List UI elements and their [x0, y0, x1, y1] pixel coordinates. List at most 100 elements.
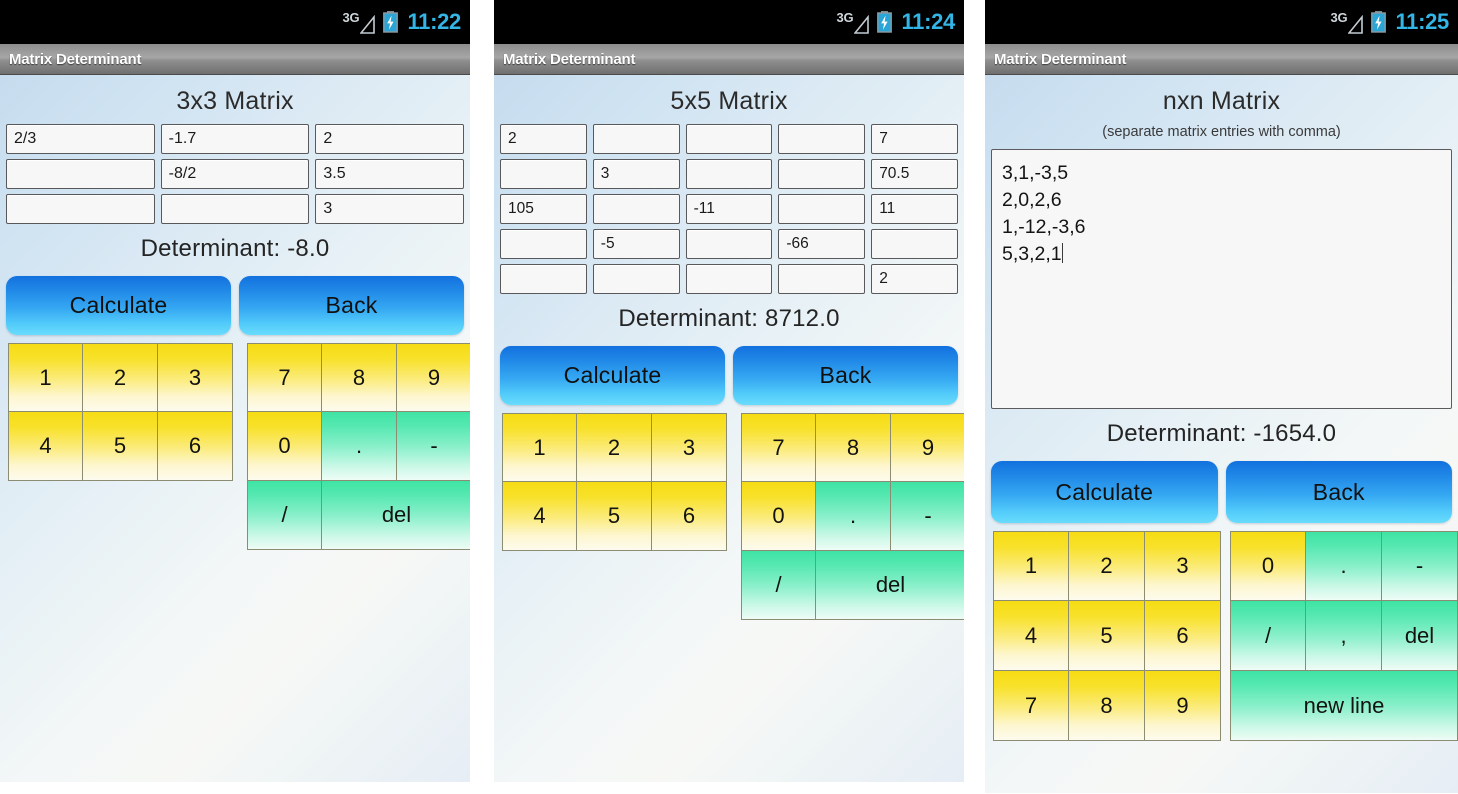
key-3[interactable]: 3	[652, 413, 727, 482]
matrix-cell-r1c4[interactable]: 70.5	[871, 159, 958, 189]
calculate-button[interactable]: Calculate	[500, 346, 725, 405]
matrix-cell-r4c0[interactable]	[500, 264, 587, 294]
keypad-row: 0 . -	[1230, 531, 1458, 601]
matrix-cell-r4c2[interactable]	[685, 264, 773, 294]
matrix-cell-r2c2[interactable]: -11	[685, 194, 773, 224]
key-delete[interactable]: del	[322, 481, 470, 550]
key-8[interactable]: 8	[1069, 671, 1145, 741]
key-0[interactable]: 0	[741, 482, 816, 551]
key-3[interactable]: 3	[158, 343, 233, 412]
matrix-cell-r2c1[interactable]	[160, 194, 310, 224]
matrix-entries-textarea[interactable]: 3,1,-3,5 2,0,2,6 1,-12,-3,6 5,3,2,1	[991, 149, 1452, 409]
key-6[interactable]: 6	[1145, 601, 1221, 671]
matrix-cell-r2c3[interactable]	[778, 194, 866, 224]
matrix-row: 2	[500, 264, 958, 294]
key-1[interactable]: 1	[8, 343, 83, 412]
key-minus[interactable]: -	[891, 482, 964, 551]
key-3[interactable]: 3	[1145, 531, 1221, 601]
key-1[interactable]: 1	[993, 531, 1069, 601]
key-delete[interactable]: del	[1382, 601, 1458, 671]
matrix-cell-r2c2[interactable]: 3	[315, 194, 465, 224]
matrix-cell-r0c1[interactable]	[592, 124, 680, 154]
keypad-row: 4 5 6	[993, 601, 1221, 671]
key-2[interactable]: 2	[577, 413, 652, 482]
matrix-cell-r0c1[interactable]: -1.7	[160, 124, 310, 154]
keypad-ops-right: 0 . - / , del new line	[1230, 531, 1458, 741]
key-7[interactable]: 7	[741, 413, 816, 482]
keypad-digits-left: 1 2 3 4 5 6	[8, 343, 233, 481]
key-minus[interactable]: -	[397, 412, 470, 481]
key-0[interactable]: 0	[247, 412, 322, 481]
key-decimal-point[interactable]: .	[322, 412, 397, 481]
screenshot-canvas: 3G 11:22 Matrix Determinant 3x3 Matrix 2…	[0, 0, 1458, 794]
status-clock: 11:24	[901, 9, 955, 34]
key-9[interactable]: 9	[891, 413, 964, 482]
key-0[interactable]: 0	[1230, 531, 1306, 601]
key-minus[interactable]: -	[1382, 531, 1458, 601]
matrix-cell-r2c4[interactable]: 11	[871, 194, 958, 224]
key-4[interactable]: 4	[8, 412, 83, 481]
key-7[interactable]: 7	[993, 671, 1069, 741]
key-8[interactable]: 8	[322, 343, 397, 412]
signal-bars-icon	[360, 14, 376, 34]
matrix-cell-r1c1[interactable]: -8/2	[160, 159, 310, 189]
key-divide[interactable]: /	[247, 481, 322, 550]
matrix-cell-r3c0[interactable]	[500, 229, 587, 259]
key-6[interactable]: 6	[652, 482, 727, 551]
key-comma[interactable]: ,	[1306, 601, 1382, 671]
matrix-cell-r2c0[interactable]: 105	[500, 194, 587, 224]
calculate-button[interactable]: Calculate	[991, 461, 1218, 523]
key-5[interactable]: 5	[1069, 601, 1145, 671]
signal-3g-icon: 3G	[342, 11, 376, 34]
back-button[interactable]: Back	[733, 346, 958, 405]
matrix-cell-r3c4[interactable]	[871, 229, 958, 259]
key-divide[interactable]: /	[1230, 601, 1306, 671]
matrix-cell-r0c3[interactable]	[778, 124, 866, 154]
matrix-cell-r0c2[interactable]: 2	[315, 124, 465, 154]
key-2[interactable]: 2	[83, 343, 158, 412]
key-delete[interactable]: del	[816, 551, 964, 620]
matrix-cell-r3c1[interactable]: -5	[592, 229, 680, 259]
matrix-cell-r3c2[interactable]	[685, 229, 773, 259]
key-divide[interactable]: /	[741, 551, 816, 620]
back-button[interactable]: Back	[239, 276, 464, 335]
key-decimal-point[interactable]: .	[1306, 531, 1382, 601]
key-1[interactable]: 1	[502, 413, 577, 482]
matrix-cell-r1c2[interactable]: 3.5	[315, 159, 465, 189]
key-4[interactable]: 4	[502, 482, 577, 551]
matrix-cell-r1c0[interactable]	[6, 159, 155, 189]
key-5[interactable]: 5	[577, 482, 652, 551]
matrix-cell-r4c4[interactable]: 2	[871, 264, 958, 294]
matrix-cell-r4c1[interactable]	[592, 264, 680, 294]
matrix-cell-r1c0[interactable]	[500, 159, 587, 189]
app-content-3x3: 3x3 Matrix 2/3 -1.7 2 -8/2 3.5 3 Determi…	[0, 75, 470, 782]
matrix-cell-r3c3[interactable]: -66	[778, 229, 866, 259]
key-new-line[interactable]: new line	[1230, 671, 1458, 741]
determinant-result: Determinant: -1654.0	[1106, 420, 1337, 447]
matrix-cell-r0c0[interactable]: 2/3	[6, 124, 155, 154]
matrix-cell-r1c2[interactable]	[685, 159, 773, 189]
matrix-cell-r0c2[interactable]	[685, 124, 773, 154]
matrix-cell-r4c3[interactable]	[778, 264, 866, 294]
matrix-cell-r2c0[interactable]	[6, 194, 155, 224]
phone-screen-5x5: 3G 11:24 Matrix Determinant 5x5 Matrix 2	[494, 0, 964, 783]
matrix-cell-r1c3[interactable]	[778, 159, 866, 189]
key-6[interactable]: 6	[158, 412, 233, 481]
calculate-button[interactable]: Calculate	[6, 276, 231, 335]
key-8[interactable]: 8	[816, 413, 891, 482]
key-5[interactable]: 5	[83, 412, 158, 481]
matrix-cell-r2c1[interactable]	[592, 194, 680, 224]
matrix-cell-r1c1[interactable]: 3	[592, 159, 680, 189]
key-9[interactable]: 9	[397, 343, 470, 412]
matrix-row: 2 7	[500, 124, 958, 154]
key-decimal-point[interactable]: .	[816, 482, 891, 551]
action-buttons: Calculate Back	[6, 276, 464, 343]
key-4[interactable]: 4	[993, 601, 1069, 671]
key-9[interactable]: 9	[1145, 671, 1221, 741]
key-7[interactable]: 7	[247, 343, 322, 412]
signal-3g-icon: 3G	[1330, 11, 1364, 34]
key-2[interactable]: 2	[1069, 531, 1145, 601]
matrix-cell-r0c0[interactable]: 2	[500, 124, 587, 154]
back-button[interactable]: Back	[1225, 461, 1452, 523]
matrix-cell-r0c4[interactable]: 7	[871, 124, 958, 154]
